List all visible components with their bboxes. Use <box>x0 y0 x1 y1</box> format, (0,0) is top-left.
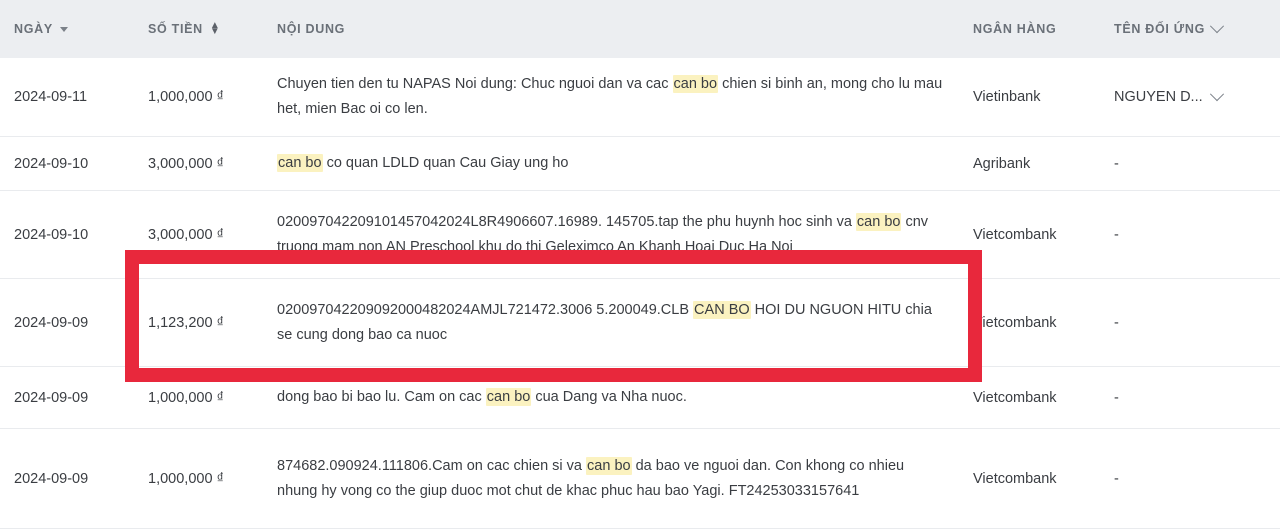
table-row[interactable]: 2024-09-09 1,000,000 ₫ 874682.090924.111… <box>0 428 1280 529</box>
table-row-highlighted[interactable]: 2024-09-09 1,123,200 ₫ 02009704220909200… <box>0 278 1280 367</box>
cell-amount: 1,000,000 ₫ <box>140 366 273 429</box>
cell-bank: Vietcombank <box>968 366 1110 429</box>
cell-counterparty: - <box>1110 136 1280 191</box>
cell-date: 2024-09-09 <box>0 278 140 367</box>
highlighted-keyword: can bo <box>485 388 532 406</box>
cell-date: 2024-09-11 <box>0 58 140 137</box>
cell-amount: 1,000,000 ₫ <box>140 58 273 137</box>
cell-counterparty: - <box>1110 278 1280 367</box>
column-header-date-label: NGÀY <box>14 22 53 36</box>
cell-content: 874682.090924.111806.Cam on cac chien si… <box>273 428 968 529</box>
cell-counterparty: - <box>1110 190 1280 279</box>
table-row[interactable]: 2024-09-09 1,000,000 ₫ dong bao bi bao l… <box>0 366 1280 429</box>
cell-counterparty[interactable]: NGUYEN D... <box>1110 58 1280 137</box>
column-header-counterparty[interactable]: TÊN ĐỐI ỨNG <box>1110 0 1280 58</box>
chevron-down-icon[interactable] <box>1209 19 1225 34</box>
table-row[interactable]: 2024-09-10 3,000,000 ₫ can bo co quan LD… <box>0 136 1280 191</box>
cell-bank: Agribank <box>968 136 1110 191</box>
cell-date: 2024-09-09 <box>0 366 140 429</box>
cell-content: can bo co quan LDLD quan Cau Giay ung ho <box>273 136 968 191</box>
cell-content: Chuyen tien den tu NAPAS Noi dung: Chuc … <box>273 58 968 137</box>
column-header-amount-label: SỐ TIỀN <box>148 22 203 36</box>
cell-bank: Vietcombank <box>968 278 1110 367</box>
column-header-date[interactable]: NGÀY <box>0 0 140 58</box>
highlighted-keyword: can bo <box>586 456 632 475</box>
cell-counterparty: - <box>1110 428 1280 529</box>
table-row[interactable]: 2024-09-10 3,000,000 ₫ 02009704220910145… <box>0 190 1280 279</box>
column-header-bank: NGÂN HÀNG <box>968 0 1110 58</box>
chevron-down-icon[interactable] <box>1209 87 1224 102</box>
cell-amount: 3,000,000 ₫ <box>140 136 273 191</box>
column-header-content-label: NỘI DUNG <box>277 22 346 36</box>
cell-date: 2024-09-09 <box>0 428 140 529</box>
cell-date: 2024-09-10 <box>0 190 140 279</box>
column-header-content: NỘI DUNG <box>273 0 968 58</box>
table-header: NGÀY SỐ TIỀN ▲ ▼ NỘI DUNG NGÂN HÀNG TÊN … <box>0 0 1280 58</box>
cell-content: 020097042209092000482024AMJL721472.3006 … <box>273 278 968 367</box>
cell-bank: Vietcombank <box>968 190 1110 279</box>
cell-date: 2024-09-10 <box>0 136 140 191</box>
caret-down-icon[interactable] <box>59 26 68 32</box>
transaction-table: NGÀY SỐ TIỀN ▲ ▼ NỘI DUNG NGÂN HÀNG TÊN … <box>0 0 1280 529</box>
cell-amount: 3,000,000 ₫ <box>140 190 273 279</box>
cell-content: 020097042209101457042024L8R4906607.16989… <box>273 190 968 279</box>
column-header-counterparty-label: TÊN ĐỐI ỨNG <box>1114 22 1205 36</box>
cell-bank: Vietcombank <box>968 428 1110 529</box>
highlighted-keyword: can bo <box>855 212 902 231</box>
cell-amount: 1,000,000 ₫ <box>140 428 273 529</box>
cell-counterparty: - <box>1110 366 1280 429</box>
cell-content: dong bao bi bao lu. Cam on cac can bo cu… <box>273 366 968 429</box>
highlighted-keyword: can bo <box>672 75 719 93</box>
highlighted-keyword: CAN BO <box>693 300 751 319</box>
sort-updown-icon[interactable]: ▲ ▼ <box>210 20 221 37</box>
cell-amount: 1,123,200 ₫ <box>140 278 273 367</box>
highlighted-keyword: can bo <box>277 154 323 172</box>
column-header-amount[interactable]: SỐ TIỀN ▲ ▼ <box>140 0 273 58</box>
table-body: 2024-09-11 1,000,000 ₫ Chuyen tien den t… <box>0 58 1280 529</box>
cell-counterparty-label: NGUYEN D... <box>1114 89 1203 105</box>
table-header-row: NGÀY SỐ TIỀN ▲ ▼ NỘI DUNG NGÂN HÀNG TÊN … <box>0 0 1280 58</box>
cell-bank: Vietinbank <box>968 58 1110 137</box>
table-row[interactable]: 2024-09-11 1,000,000 ₫ Chuyen tien den t… <box>0 58 1280 137</box>
column-header-bank-label: NGÂN HÀNG <box>973 22 1057 36</box>
transaction-table-container: NGÀY SỐ TIỀN ▲ ▼ NỘI DUNG NGÂN HÀNG TÊN … <box>0 0 1280 532</box>
